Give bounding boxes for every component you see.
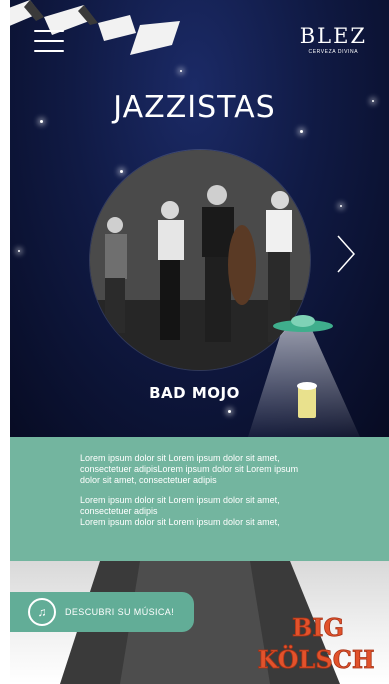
brand-tagline: CERVEZA DIVINA (308, 49, 359, 55)
star-decoration (340, 205, 342, 207)
brand-name: BLEZ (299, 24, 367, 48)
sponsor-logo[interactable]: BIG KÖLSCH (256, 608, 376, 678)
discover-music-button[interactable]: ♫ DESCUBRI SU MÚSICA! (10, 592, 194, 632)
music-note-icon: ♫ (28, 598, 56, 626)
sponsor-logo-line2: KÖLSCH (257, 645, 374, 674)
piano-keys-decoration (0, 0, 180, 55)
brand-logo[interactable]: BLEZ CERVEZA DIVINA (299, 24, 367, 56)
star-decoration (228, 410, 231, 413)
chevron-right-icon[interactable] (334, 234, 358, 274)
star-decoration (40, 120, 43, 123)
star-decoration (372, 100, 374, 102)
hamburger-menu-icon (34, 30, 64, 32)
star-decoration (120, 170, 123, 173)
band-name: BAD MOJO (149, 384, 240, 402)
discover-music-label: DESCUBRI SU MÚSICA! (65, 607, 175, 617)
page-title: JAZZISTAS (113, 90, 276, 125)
menu-button[interactable] (34, 30, 64, 52)
star-decoration (300, 130, 303, 133)
description-panel: Lorem ipsum dolor sit Lorem ipsum dolor … (10, 437, 389, 561)
description-paragraph: Lorem ipsum dolor sit Lorem ipsum dolor … (80, 495, 280, 516)
description-paragraph: Lorem ipsum dolor sit Lorem ipsum dolor … (80, 453, 299, 485)
star-decoration (180, 70, 182, 72)
app-screen: BLEZ CERVEZA DIVINA JAZZISTAS BAD MOJO L… (0, 0, 389, 684)
band-photo[interactable] (90, 150, 310, 370)
description-paragraph: Lorem ipsum dolor sit Lorem ipsum dolor … (80, 517, 280, 527)
ufo-icon (273, 315, 333, 332)
sponsor-logo-line1: BIG (292, 613, 344, 642)
left-edge-rail (0, 0, 10, 684)
star-decoration (18, 250, 20, 252)
